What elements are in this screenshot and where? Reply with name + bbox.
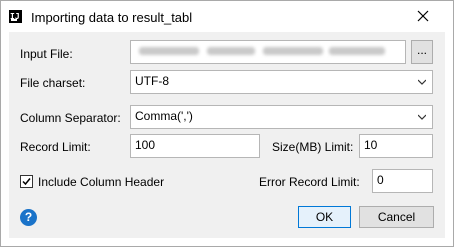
chevron-down-icon: [418, 114, 426, 120]
size-limit-label: Size(MB) Limit:: [272, 140, 354, 154]
separator-value: Comma(','): [135, 109, 193, 123]
size-limit-input[interactable]: 10: [359, 134, 433, 158]
browse-button[interactable]: ...: [411, 40, 433, 64]
input-file-label: Input File:: [20, 47, 73, 61]
charset-label: File charset:: [20, 76, 86, 90]
blurred-path-segment: [329, 47, 385, 55]
dialog-body: Input File: ... File charset: UTF-8 Colu…: [9, 32, 445, 238]
charset-value: UTF-8: [135, 74, 169, 88]
import-dialog: IJ Importing data to result_tabl Input F…: [0, 0, 454, 247]
input-file-field[interactable]: [130, 40, 406, 64]
error-limit-label: Error Record Limit:: [259, 175, 360, 189]
error-limit-input[interactable]: 0: [372, 169, 433, 193]
separator-label: Column Separator:: [20, 111, 121, 125]
record-limit-label: Record Limit:: [20, 140, 91, 154]
blurred-path-segment: [139, 47, 199, 55]
include-header-checkbox[interactable]: [20, 175, 33, 188]
help-icon[interactable]: ?: [20, 209, 37, 226]
cancel-button[interactable]: Cancel: [359, 206, 434, 228]
close-icon[interactable]: [416, 9, 430, 23]
record-limit-input[interactable]: 100: [130, 134, 260, 158]
separator-select[interactable]: Comma(','): [130, 105, 433, 129]
blurred-path-segment: [207, 47, 255, 55]
charset-select[interactable]: UTF-8: [130, 70, 433, 94]
title-bar[interactable]: IJ Importing data to result_tabl: [1, 1, 453, 32]
dialog-title: Importing data to result_tabl: [31, 10, 193, 25]
app-icon: IJ: [9, 10, 22, 23]
blurred-path-segment: [263, 47, 323, 55]
ok-button[interactable]: OK: [298, 206, 351, 228]
chevron-down-icon: [418, 79, 426, 85]
checkmark-icon: [22, 178, 31, 186]
include-header-label[interactable]: Include Column Header: [38, 175, 164, 189]
